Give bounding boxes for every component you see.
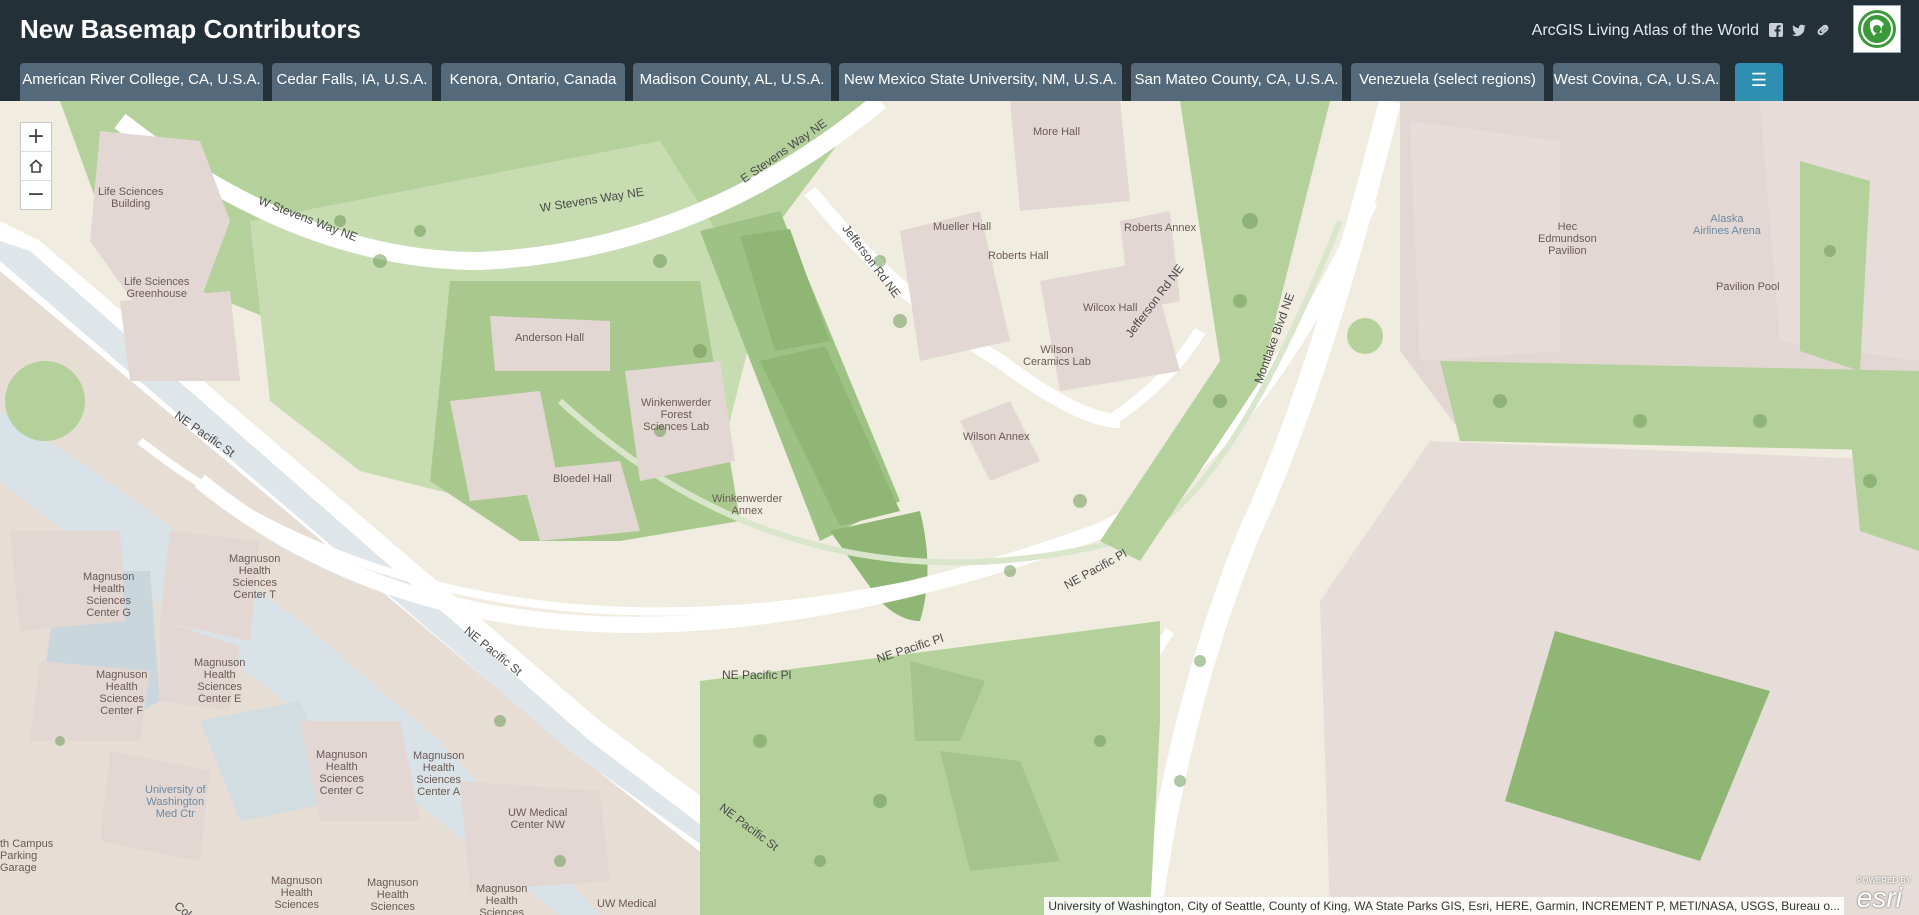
- building-label: UW Medical: [597, 898, 657, 910]
- tab-cedar-falls[interactable]: Cedar Falls, IA, U.S.A.: [272, 63, 432, 101]
- building-label: Winkenwerder Annex: [712, 493, 783, 517]
- building-label: Life Sciences Greenhouse: [124, 276, 190, 300]
- zoom-control: + −: [20, 122, 52, 210]
- building-label: Magnuson Health Sciences: [367, 877, 419, 913]
- building-label: Winkenwerder Forest Sciences Lab: [641, 397, 712, 433]
- zoom-out-button[interactable]: −: [21, 181, 51, 209]
- building-label: Roberts Hall: [988, 250, 1049, 262]
- building-label: Wilson Annex: [963, 431, 1030, 443]
- building-label: Magnuson Health Sciences: [476, 883, 528, 915]
- esri-brand: esri: [1856, 882, 1902, 913]
- tab-san-mateo-county[interactable]: San Mateo County, CA, U.S.A.: [1131, 63, 1342, 101]
- building-label: Hec Edmundson Pavilion: [1538, 221, 1597, 257]
- list-icon: ☰: [1750, 70, 1768, 90]
- building-label: Magnuson Health Sciences Center E: [194, 657, 246, 705]
- living-atlas-link[interactable]: ArcGIS Living Atlas of the World: [1532, 22, 1759, 40]
- tab-kenora[interactable]: Kenora, Ontario, Canada: [441, 63, 625, 101]
- zoom-in-button[interactable]: +: [21, 123, 51, 152]
- tab-west-covina[interactable]: West Covina, CA, U.S.A.: [1553, 63, 1720, 101]
- home-button[interactable]: [21, 152, 51, 181]
- building-label: Mueller Hall: [933, 221, 992, 233]
- building-label: Magnuson Health Sciences Center A: [413, 750, 465, 798]
- building-label: Magnuson Health Sciences Center F: [96, 669, 148, 717]
- medical-center-label: University of Washington Med Ctr: [145, 784, 206, 820]
- building-label: Pavilion Pool: [1716, 281, 1780, 293]
- tab-venezuela[interactable]: Venezuela (select regions): [1351, 63, 1544, 101]
- building-label: Life Sciences Building: [98, 186, 164, 210]
- home-icon: [29, 159, 43, 173]
- building-label: th Campus Parking Garage: [0, 838, 54, 874]
- building-label: Wilson Ceramics Lab: [1023, 344, 1091, 368]
- app-header: New Basemap Contributors ArcGIS Living A…: [0, 0, 1919, 101]
- map-attribution[interactable]: University of Washington, City of Seattl…: [1044, 897, 1844, 915]
- building-label: Magnuson Health Sciences Center G: [83, 571, 135, 619]
- tab-american-river-college[interactable]: American River College, CA, U.S.A.: [20, 63, 263, 101]
- esri-logo[interactable]: POWERED BY esri: [1856, 876, 1911, 913]
- building-label: Anderson Hall: [515, 332, 585, 344]
- facebook-icon[interactable]: [1768, 22, 1784, 38]
- tab-madison-county[interactable]: Madison County, AL, U.S.A.: [633, 63, 831, 101]
- building-label: Magnuson Health Sciences: [271, 875, 323, 911]
- map-view[interactable]: Life Sciences Building Life Sciences Green…: [0, 101, 1919, 915]
- building-label: Magnuson Health Sciences Center C: [316, 749, 368, 797]
- living-atlas-logo[interactable]: [1853, 5, 1901, 53]
- page-title: New Basemap Contributors: [20, 14, 361, 44]
- tab-new-mexico-state[interactable]: New Mexico State University, NM, U.S.A.: [839, 63, 1122, 101]
- building-label: UW Medical Center NW: [508, 807, 568, 831]
- link-icon[interactable]: [1815, 22, 1831, 38]
- building-label: Wilcox Hall: [1083, 302, 1138, 314]
- arena-label: Alaska Airlines Arena: [1693, 213, 1761, 237]
- tab-list-menu[interactable]: ☰: [1735, 63, 1783, 101]
- road-label: NE Pacific Pl: [722, 668, 792, 682]
- twitter-icon[interactable]: [1791, 22, 1807, 38]
- building-label: More Hall: [1033, 126, 1081, 138]
- building-label: Roberts Annex: [1124, 222, 1197, 234]
- building-label: Magnuson Health Sciences Center T: [229, 553, 281, 601]
- building-label: Bloedel Hall: [553, 473, 612, 485]
